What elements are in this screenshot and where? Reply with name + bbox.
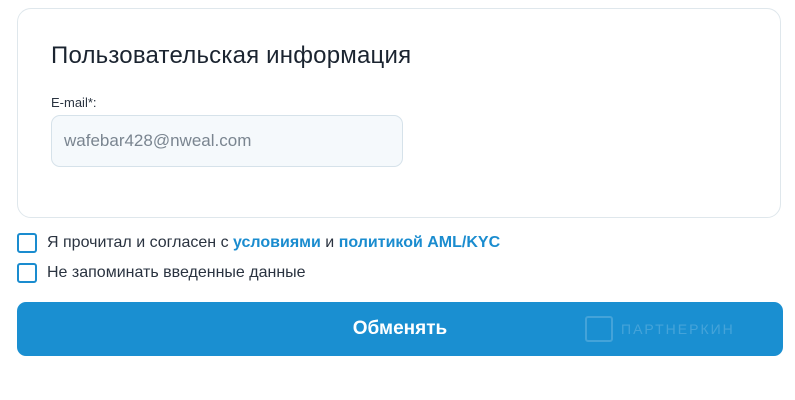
exchange-button[interactable]: Обменять [17, 302, 783, 356]
remember-label: Не запоминать введенные данные [47, 264, 306, 281]
email-label: E-mail*: [51, 95, 97, 110]
exchange-form-page: Пользовательская информация E-mail*: Я п… [0, 0, 795, 400]
agreement-text-before: Я прочитал и согласен с [47, 234, 229, 251]
user-info-card: Пользовательская информация E-mail*: [17, 8, 781, 218]
remember-checkbox[interactable] [17, 263, 37, 283]
terms-link[interactable]: условиями [233, 234, 321, 252]
aml-kyc-link[interactable]: политикой AML/KYC [339, 234, 500, 252]
email-field[interactable] [51, 115, 403, 167]
agreement-checkbox[interactable] [17, 233, 37, 253]
agreement-row: Я прочитал и согласен с условиями и поли… [17, 233, 500, 253]
remember-row: Не запоминать введенные данные [17, 263, 306, 283]
agreement-text-middle: и [325, 234, 335, 251]
section-title: Пользовательская информация [51, 42, 412, 69]
